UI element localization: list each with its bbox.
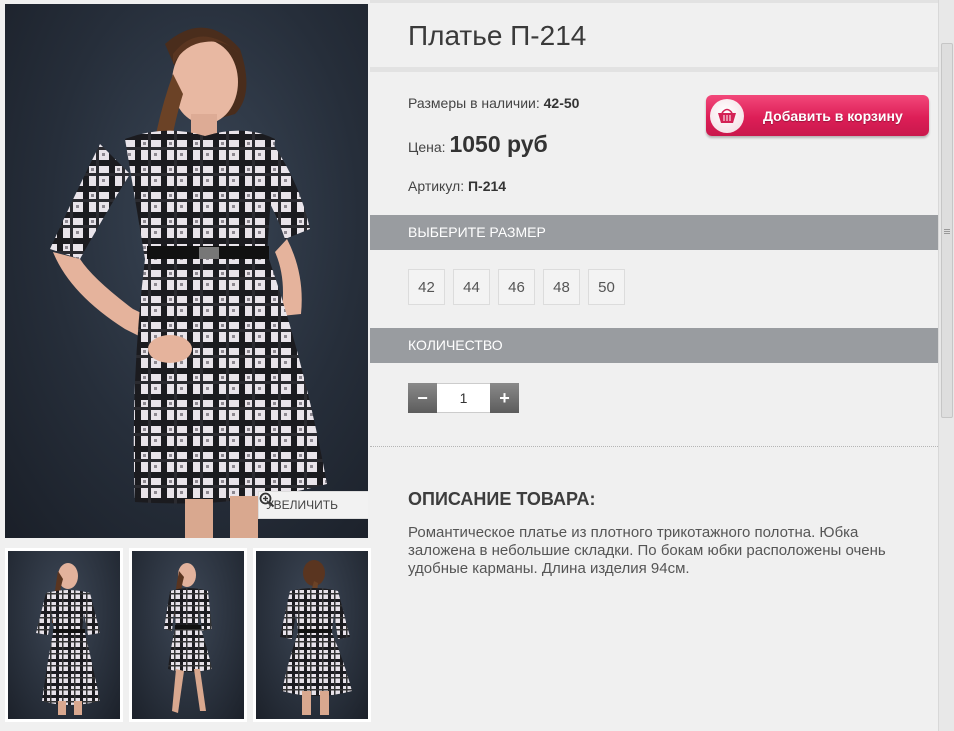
zoom-label: УВЕЛИЧИТЬ (266, 498, 338, 512)
quantity-input[interactable] (437, 383, 490, 413)
size-option-44[interactable]: 44 (453, 269, 490, 305)
thumbnail-2-image (132, 551, 244, 719)
add-to-cart-label: Добавить в корзину (763, 107, 903, 124)
product-title: Платье П-214 (408, 20, 587, 51)
main-product-photo[interactable]: УВЕЛИЧИТЬ (5, 4, 368, 538)
zoom-button[interactable]: УВЕЛИЧИТЬ (258, 491, 368, 519)
title-bar: Платье П-214 (370, 0, 938, 72)
available-sizes-label: Размеры в наличии: (408, 95, 540, 111)
thumbnail-1-image (8, 551, 120, 719)
description-text: Романтическое платье из плотного трикота… (408, 524, 886, 577)
size-option-46[interactable]: 46 (498, 269, 535, 305)
quantity-increase-button[interactable]: + (490, 383, 519, 413)
scrollbar-thumb[interactable] (941, 43, 953, 418)
size-option-42[interactable]: 42 (408, 269, 445, 305)
scrollbar-grip-icon (944, 229, 950, 234)
thumbnail-strip (5, 548, 371, 723)
size-option-50[interactable]: 50 (588, 269, 625, 305)
price-value: 1050 руб (449, 131, 548, 157)
available-sizes: Размеры в наличии: 42-50 (408, 95, 579, 111)
quantity-stepper: − + (408, 383, 519, 413)
article: Артикул: П-214 (408, 178, 506, 194)
article-value: П-214 (467, 178, 507, 194)
size-options: 42 44 46 48 50 (408, 269, 625, 305)
thumbnail-1[interactable] (5, 548, 123, 722)
quantity-section-header: КОЛИЧЕСТВО (370, 328, 938, 363)
quantity-decrease-button[interactable]: − (408, 383, 437, 413)
available-sizes-value: 42-50 (543, 95, 580, 111)
thumbnail-3[interactable] (253, 548, 371, 722)
page-scrollbar[interactable] (938, 0, 954, 731)
thumbnail-2[interactable] (129, 548, 247, 722)
basket-icon (710, 98, 744, 133)
size-option-48[interactable]: 48 (543, 269, 580, 305)
divider (370, 446, 938, 447)
article-label: Артикул: (408, 178, 465, 194)
zoom-in-icon (259, 492, 275, 508)
thumbnail-3-image (256, 551, 368, 719)
price: Цена: 1050 руб (408, 131, 548, 158)
add-to-cart-button[interactable]: Добавить в корзину (706, 95, 929, 136)
model-illustration (50, 27, 327, 538)
price-label: Цена: (408, 139, 446, 155)
description-heading: ОПИСАНИЕ ТОВАРА: (408, 489, 596, 509)
size-section-header: ВЫБЕРИТЕ РАЗМЕР (370, 215, 938, 250)
